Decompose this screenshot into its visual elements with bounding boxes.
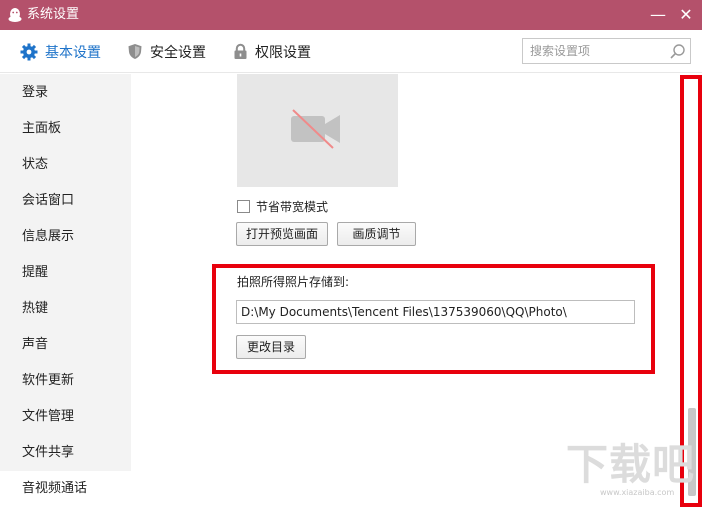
tab-security-label: 安全设置 [150,44,206,61]
search-icon[interactable] [669,43,686,60]
settings-sidebar: 登录 主面板 状态 会话窗口 信息展示 提醒 热键 声音 软件更新 文件管理 文… [0,74,131,507]
sidebar-item-sound[interactable]: 声音 [0,327,131,363]
tab-permission-settings[interactable]: 权限设置 [233,30,311,73]
lock-icon [234,43,247,59]
sidebar-item-file-management[interactable]: 文件管理 [0,399,131,435]
open-preview-button[interactable]: 打开预览画面 [236,222,328,246]
watermark-text: 下载吧 [566,440,696,489]
shield-icon [128,44,142,59]
sidebar-item-chat-window[interactable]: 会话窗口 [0,183,131,219]
title-bar: 系统设置 — ✕ [0,0,702,30]
settings-search [522,38,691,64]
sidebar-item-av-call[interactable]: 音视频通话 [0,471,131,507]
sidebar-item-file-sharing[interactable]: 文件共享 [0,435,131,471]
gear-icon [20,43,38,60]
sidebar-item-main-panel[interactable]: 主面板 [0,111,131,147]
bandwidth-saving-checkbox[interactable] [237,200,250,213]
sidebar-item-reminder[interactable]: 提醒 [0,255,131,291]
minimize-button[interactable]: — [648,5,668,25]
watermark-url: www.xiazaiba.com [600,488,675,497]
sidebar-item-software-update[interactable]: 软件更新 [0,363,131,399]
sidebar-item-login[interactable]: 登录 [0,75,131,111]
camera-off-icon [291,109,340,149]
settings-toolbar: 基本设置 安全设置 权限设置 [0,30,702,73]
tab-basic-settings[interactable]: 基本设置 [20,30,101,73]
video-preview [237,74,398,187]
bandwidth-saving-option[interactable]: 节省带宽模式 [237,198,328,215]
bandwidth-saving-label: 节省带宽模式 [256,200,329,214]
photo-path-highlight [212,264,655,374]
tab-basic-label: 基本设置 [45,44,101,61]
quality-adjust-button[interactable]: 画质调节 [337,222,416,246]
tab-permission-label: 权限设置 [255,44,311,61]
window-title: 系统设置 [27,7,80,22]
sidebar-item-hotkeys[interactable]: 热键 [0,291,131,327]
search-input[interactable] [523,39,663,63]
qq-penguin-icon [8,8,22,22]
sidebar-item-info-display[interactable]: 信息展示 [0,219,131,255]
watermark-logo: 下载吧 www.xiazaiba.com [558,440,698,502]
close-button[interactable]: ✕ [676,5,696,25]
sidebar-item-status[interactable]: 状态 [0,147,131,183]
tab-security-settings[interactable]: 安全设置 [127,30,206,73]
